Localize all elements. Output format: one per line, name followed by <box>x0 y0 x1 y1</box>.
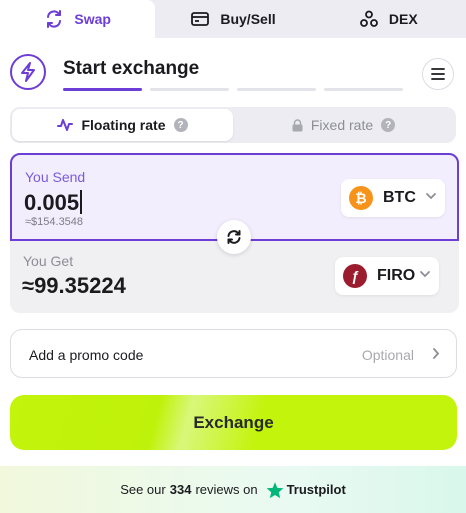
pulse-icon <box>57 119 74 131</box>
step-3 <box>237 88 316 91</box>
lock-icon <box>292 118 303 131</box>
exchange-header: Start exchange <box>10 52 456 92</box>
tab-buy-sell[interactable]: Buy/Sell <box>155 0 310 38</box>
tab-dex-label: DEX <box>388 11 418 27</box>
trustpilot-link[interactable]: Trustpilot <box>266 481 346 499</box>
promo-label: Add a promo code <box>29 347 144 363</box>
tab-dex[interactable]: DEX <box>311 0 466 38</box>
page-title: Start exchange <box>63 58 200 79</box>
reviews-count: 334 <box>169 482 192 497</box>
chevron-right-icon <box>433 348 440 359</box>
menu-button[interactable] <box>422 58 454 90</box>
firo-icon: ƒ <box>343 264 367 288</box>
send-usd-value: ≈$154.3548 <box>25 216 84 228</box>
get-coin-label: FIRO <box>377 267 416 284</box>
swap-icon <box>47 10 62 28</box>
reviews-prefix: See our <box>120 482 166 497</box>
step-1 <box>63 88 142 91</box>
send-coin-select[interactable]: ₿ BTC <box>341 179 445 217</box>
trustpilot-label: Trustpilot <box>286 482 346 497</box>
floating-rate-option[interactable]: Floating rate ? <box>12 109 233 141</box>
lightning-icon <box>10 54 46 90</box>
hamburger-icon <box>431 68 445 80</box>
send-coin-label: BTC <box>383 189 416 206</box>
chevron-down-icon <box>426 193 436 200</box>
card-icon <box>191 12 210 26</box>
top-tabs: Swap Buy/Sell DEX <box>0 0 466 38</box>
refresh-icon <box>227 230 241 244</box>
tab-swap-label: Swap <box>74 11 111 27</box>
btc-icon: ₿ <box>349 186 373 210</box>
exchange-button[interactable]: Exchange <box>10 395 457 450</box>
help-icon[interactable]: ? <box>173 118 188 132</box>
tab-buy-sell-label: Buy/Sell <box>220 11 276 27</box>
dex-icon <box>360 10 378 27</box>
reviews-suffix: reviews on <box>195 482 258 497</box>
get-amount-value: ≈99.35224 <box>22 273 126 298</box>
step-4 <box>324 88 403 91</box>
fixed-rate-option[interactable]: Fixed rate ? <box>233 109 454 141</box>
swap-direction-button[interactable] <box>217 220 251 254</box>
step-2 <box>150 88 229 91</box>
promo-code-field[interactable]: Add a promo code Optional <box>10 329 457 378</box>
get-label: You Get <box>23 253 74 269</box>
tab-swap[interactable]: Swap <box>0 0 156 38</box>
text-cursor <box>80 190 83 214</box>
trustpilot-footer: See our 334 reviews on Trustpilot <box>0 466 466 513</box>
send-label: You Send <box>25 169 86 185</box>
chevron-down-icon <box>420 271 430 278</box>
rate-switch: Floating rate ? Fixed rate ? <box>10 107 456 143</box>
progress-steps <box>63 88 403 91</box>
help-icon[interactable]: ? <box>381 118 396 132</box>
promo-optional-label: Optional <box>361 347 414 363</box>
send-amount-value: 0.005 <box>24 190 80 215</box>
fixed-rate-label: Fixed rate <box>310 117 374 133</box>
floating-rate-label: Floating rate <box>81 117 166 133</box>
get-coin-select[interactable]: ƒ FIRO <box>335 257 439 295</box>
star-icon <box>266 481 283 498</box>
send-amount-input[interactable]: 0.005 <box>24 190 83 216</box>
